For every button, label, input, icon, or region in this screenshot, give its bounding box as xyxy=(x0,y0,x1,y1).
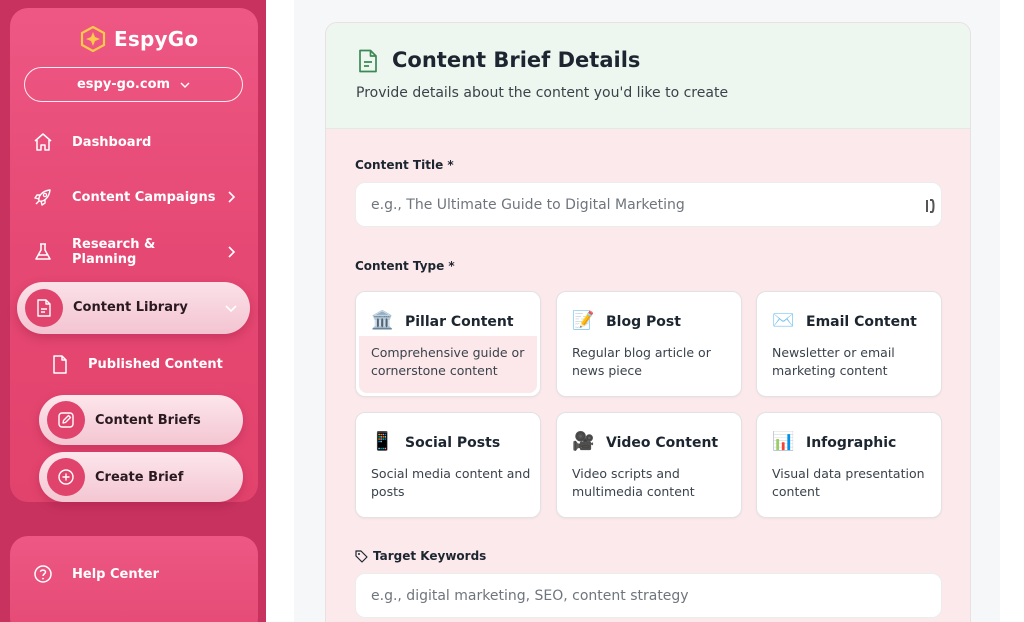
content-type-option-blog[interactable]: 📝 Blog Post Regular blog article or news… xyxy=(556,291,742,397)
right-gutter xyxy=(1000,0,1024,622)
target-keywords-label-text: Target Keywords xyxy=(373,549,487,563)
sidebar: EspyGo espy-go.com Dashboard Content Cam… xyxy=(0,0,266,622)
bank-icon: 🏛️ xyxy=(371,310,394,331)
option-description: Video scripts and multimedia content xyxy=(572,466,695,499)
content-type-label: Content Type * xyxy=(355,259,455,273)
chevron-right-icon xyxy=(228,191,236,203)
option-description: Visual data presentation content xyxy=(772,466,925,499)
option-title: Email Content xyxy=(806,314,917,330)
sidebar-item-create-brief[interactable]: Create Brief xyxy=(39,452,243,502)
option-description: Regular blog article or news piece xyxy=(572,345,711,378)
content-title-label: Content Title * xyxy=(355,158,454,172)
target-keywords-input[interactable]: e.g., digital marketing, SEO, content st… xyxy=(355,573,942,618)
document-icon xyxy=(25,289,63,327)
plus-circle-icon xyxy=(47,458,85,496)
sidebar-item-research-planning[interactable]: Research & Planning xyxy=(20,230,250,274)
content-type-option-infographic[interactable]: 📊 Infographic Visual data presentation c… xyxy=(756,412,942,518)
sidebar-item-label: Create Brief xyxy=(95,470,184,485)
sidebar-item-label: Research & Planning xyxy=(72,237,156,267)
sidebar-item-content-campaigns[interactable]: Content Campaigns xyxy=(20,175,250,219)
content-type-option-video[interactable]: 🎥 Video Content Video scripts and multim… xyxy=(556,412,742,518)
chevron-right-icon xyxy=(228,246,236,258)
brand-logo[interactable]: EspyGo xyxy=(80,24,198,54)
chevron-down-icon xyxy=(225,305,237,313)
domain-select-value: espy-go.com xyxy=(76,77,171,92)
content-title-input[interactable]: e.g., The Ultimate Guide to Digital Mark… xyxy=(355,182,942,227)
sidebar-item-label: Content Briefs xyxy=(95,413,201,428)
video-camera-icon: 🎥 xyxy=(572,431,595,452)
option-description: Comprehensive guide or cornerstone conte… xyxy=(371,345,525,378)
content-type-option-social[interactable]: 📱 Social Posts Social media content and … xyxy=(355,412,541,518)
chevron-down-icon xyxy=(180,82,190,88)
edit-icon xyxy=(47,401,85,439)
home-icon xyxy=(30,129,56,155)
content-type-option-email[interactable]: ✉️ Email Content Newsletter or email mar… xyxy=(756,291,942,397)
option-title: Blog Post xyxy=(606,314,681,330)
card-subtitle: Provide details about the content you'd … xyxy=(356,85,729,101)
envelope-icon: ✉️ xyxy=(772,310,795,331)
option-description: Newsletter or email marketing content xyxy=(772,345,895,378)
file-icon xyxy=(53,354,67,374)
option-title: Pillar Content xyxy=(405,314,514,330)
option-title: Social Posts xyxy=(405,435,501,451)
sidebar-item-content-library[interactable]: Content Library xyxy=(17,282,250,334)
sidebar-item-dashboard[interactable]: Dashboard xyxy=(20,120,250,164)
option-title: Video Content xyxy=(606,435,719,451)
main-gutter xyxy=(266,0,294,622)
sidebar-item-label: Dashboard xyxy=(72,134,152,150)
memo-icon: 📝 xyxy=(572,310,595,331)
logo-icon xyxy=(80,26,106,52)
tag-icon xyxy=(355,549,368,563)
content-title-placeholder: e.g., The Ultimate Guide to Digital Mark… xyxy=(371,196,685,213)
sidebar-item-label: Content Library xyxy=(73,300,188,315)
card-title: Content Brief Details xyxy=(392,48,641,72)
sidebar-item-label: Help Center xyxy=(72,566,160,582)
document-icon xyxy=(359,49,377,73)
phone-icon: 📱 xyxy=(371,431,394,452)
sidebar-item-label: Published Content xyxy=(88,356,223,372)
domain-select[interactable]: espy-go.com xyxy=(24,67,243,102)
sidebar-item-published-content[interactable]: Published Content xyxy=(52,350,223,378)
bar-chart-icon: 📊 xyxy=(772,431,795,452)
card-header: Content Brief Details Provide details ab… xyxy=(326,23,970,129)
flask-icon xyxy=(30,239,56,265)
sidebar-item-content-briefs[interactable]: Content Briefs xyxy=(39,395,243,445)
rocket-icon xyxy=(30,184,56,210)
brand-name: EspyGo xyxy=(114,27,199,51)
password-manager-icon[interactable] xyxy=(925,198,935,214)
target-keywords-placeholder: e.g., digital marketing, SEO, content st… xyxy=(371,587,689,604)
sidebar-item-label: Content Campaigns xyxy=(72,189,216,205)
option-title: Infographic xyxy=(806,435,897,451)
target-keywords-label: Target Keywords xyxy=(355,549,486,563)
option-description: Social media content and posts xyxy=(371,466,531,499)
content-type-option-pillar[interactable]: 🏛️ Pillar Content Comprehensive guide or… xyxy=(355,291,541,397)
sidebar-item-help-center[interactable]: Help Center xyxy=(20,552,250,596)
help-icon xyxy=(30,561,56,587)
